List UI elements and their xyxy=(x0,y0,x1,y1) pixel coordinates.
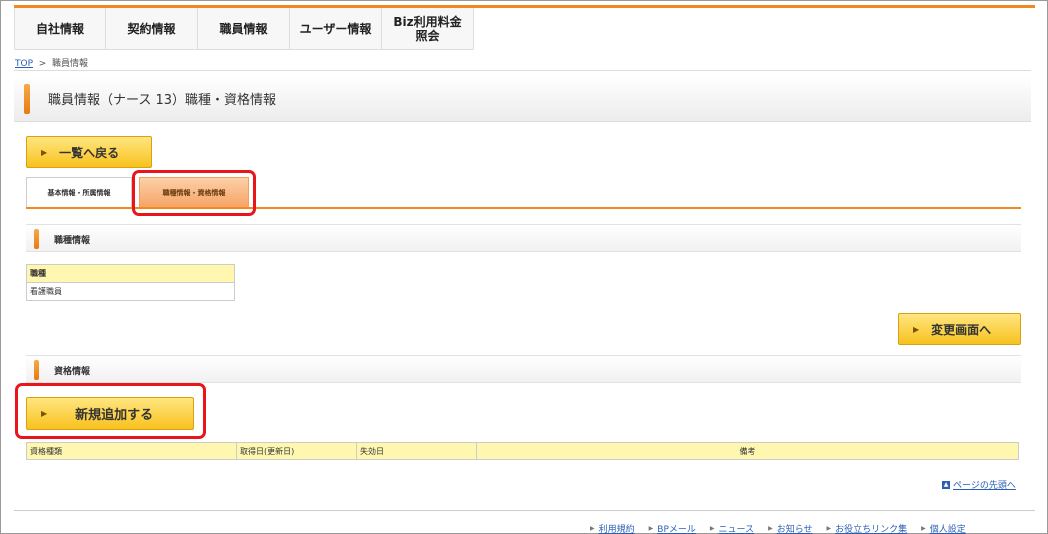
footer-link-notices[interactable]: ▶ お知らせ xyxy=(768,522,812,534)
page-title-bar: 職員情報（ナース 13）職種・資格情報 xyxy=(14,76,1031,122)
breadcrumb: TOP > 職員情報 xyxy=(15,56,88,69)
footer-link-personal-settings[interactable]: ▶ 個人設定 xyxy=(921,522,966,534)
page-title: 職員情報（ナース 13）職種・資格情報 xyxy=(48,93,277,108)
breadcrumb-separator: > xyxy=(38,59,47,69)
col-qualification-type: 資格種類 xyxy=(26,442,237,460)
triangle-icon: ▶ xyxy=(590,525,595,532)
qualification-table: 資格種類 取得日(更新日) 失効日 備考 xyxy=(26,442,1019,460)
highlight-box-add xyxy=(15,383,206,439)
back-to-list-label: 一覧へ戻る xyxy=(59,145,120,160)
footer-link-news[interactable]: ▶ ニュース xyxy=(710,522,754,534)
footer-divider xyxy=(14,510,1035,511)
divider xyxy=(14,70,1031,71)
title-marker-icon xyxy=(24,84,30,114)
col-notes: 備考 xyxy=(476,442,1019,460)
arrow-right-icon: ▶ xyxy=(913,324,920,334)
triangle-icon: ▶ xyxy=(826,525,832,532)
back-to-list-button[interactable]: ▶ 一覧へ戻る xyxy=(26,136,152,168)
arrow-up-icon: ▲ xyxy=(942,480,950,489)
footer-link-useful-links[interactable]: ▶ お役立ちリンク集 xyxy=(827,522,908,534)
section-header-qualification: 資格情報 xyxy=(26,355,1021,383)
job-table: 職種 看護職員 xyxy=(26,264,235,301)
footer-link-terms[interactable]: ▶ 利用規約 xyxy=(590,522,635,534)
arrow-right-icon: ▶ xyxy=(41,147,48,157)
footer-link-bpmail[interactable]: ▶ BPメール xyxy=(649,522,696,534)
triangle-icon: ▶ xyxy=(768,525,773,532)
job-table-header: 職種 xyxy=(26,264,235,283)
col-expiry-date: 失効日 xyxy=(356,442,477,460)
section-marker-icon xyxy=(34,360,39,380)
edit-screen-label: 変更画面へ xyxy=(931,322,992,337)
section-header-job: 職種情報 xyxy=(26,224,1021,252)
tab-basic-info[interactable]: 基本情報・所属情報 xyxy=(26,177,132,208)
page-top-link[interactable]: ▲ ページの先頭へ xyxy=(942,478,1016,491)
edit-screen-button[interactable]: ▶ 変更画面へ xyxy=(898,313,1021,345)
main-nav: 自社情報 契約情報 職員情報 ユーザー情報 Biz利用料金 照会 xyxy=(14,8,474,50)
nav-biz-fee[interactable]: Biz利用料金 照会 xyxy=(382,8,474,50)
footer-links: ▶ 利用規約 ▶ BPメール ▶ ニュース ▶ お知らせ ▶ お役立ちリンク集 ▶ 個人設定 xyxy=(590,522,966,534)
triangle-icon: ▶ xyxy=(648,525,654,532)
page-top-label: ページの先頭へ xyxy=(953,481,1016,491)
nav-user-info[interactable]: ユーザー情報 xyxy=(290,8,382,50)
triangle-icon: ▶ xyxy=(709,525,715,532)
job-table-value: 看護職員 xyxy=(26,282,235,301)
triangle-icon: ▶ xyxy=(921,525,926,532)
section-title-job: 職種情報 xyxy=(54,236,91,246)
nav-company-info[interactable]: 自社情報 xyxy=(14,8,106,50)
nav-staff-info[interactable]: 職員情報 xyxy=(198,8,290,50)
section-title-qualification: 資格情報 xyxy=(54,367,91,377)
highlight-box-tab xyxy=(132,170,256,216)
section-marker-icon xyxy=(34,229,39,249)
col-acquired-date: 取得日(更新日) xyxy=(236,442,357,460)
nav-contract-info[interactable]: 契約情報 xyxy=(106,8,198,50)
breadcrumb-current: 職員情報 xyxy=(52,59,89,69)
breadcrumb-top-link[interactable]: TOP xyxy=(15,59,33,69)
